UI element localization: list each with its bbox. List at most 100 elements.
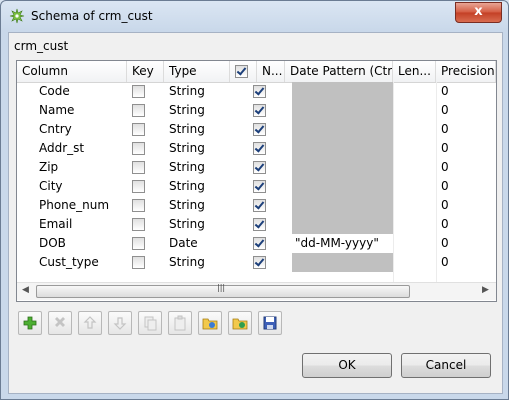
export-schema-button[interactable] — [228, 311, 252, 335]
type-cell[interactable]: String — [169, 215, 229, 234]
schema-name-label: crm_cust — [14, 39, 69, 53]
key-checkbox[interactable] — [132, 237, 145, 250]
column-name-cell[interactable]: Phone_num — [39, 196, 127, 215]
length-cell[interactable] — [397, 120, 435, 139]
type-cell[interactable]: String — [169, 196, 229, 215]
header-nullable[interactable]: N... — [257, 61, 285, 82]
type-cell[interactable]: Date — [169, 234, 229, 253]
table-row[interactable]: Cntry String 0 — [17, 120, 496, 139]
length-cell[interactable] — [397, 215, 435, 234]
scrollbar-thumb[interactable]: ||| — [36, 283, 410, 298]
key-checkbox[interactable] — [132, 218, 145, 231]
precision-cell[interactable]: 0 — [441, 215, 495, 234]
header-date-pattern[interactable]: Date Pattern (Ctr... — [285, 61, 393, 82]
header-nullable-checkbox[interactable] — [230, 61, 257, 82]
key-checkbox[interactable] — [132, 142, 145, 155]
length-cell[interactable] — [397, 139, 435, 158]
save-button[interactable] — [258, 311, 282, 335]
precision-cell[interactable]: 0 — [441, 139, 495, 158]
type-cell[interactable]: String — [169, 82, 229, 101]
precision-cell[interactable]: 0 — [441, 196, 495, 215]
nullable-checkbox[interactable] — [253, 199, 266, 212]
type-cell[interactable]: String — [169, 139, 229, 158]
length-cell[interactable] — [397, 82, 435, 101]
header-type[interactable]: Type — [164, 61, 230, 82]
copy-button[interactable] — [138, 311, 162, 335]
header-length[interactable]: Len... — [393, 61, 436, 82]
nullable-checkbox[interactable] — [253, 104, 266, 117]
header-key[interactable]: Key — [127, 61, 164, 82]
horizontal-scrollbar[interactable]: ◀ ||| ▶ — [17, 282, 496, 300]
nullable-checkbox[interactable] — [253, 237, 266, 250]
scroll-right-icon[interactable]: ▶ — [482, 285, 489, 295]
table-row[interactable]: DOB Date "dd-MM-yyyy" 0 — [17, 234, 496, 253]
nullable-checkbox[interactable] — [253, 256, 266, 269]
length-cell[interactable] — [397, 177, 435, 196]
key-checkbox[interactable] — [132, 180, 145, 193]
precision-cell[interactable]: 0 — [441, 158, 495, 177]
nullable-checkbox[interactable] — [253, 142, 266, 155]
delete-button[interactable] — [48, 311, 72, 335]
key-checkbox[interactable] — [132, 256, 145, 269]
header-precision[interactable]: Precision — [436, 61, 496, 82]
length-cell[interactable] — [397, 101, 435, 120]
key-checkbox[interactable] — [132, 104, 145, 117]
table-row[interactable]: Zip String 0 — [17, 158, 496, 177]
move-down-button[interactable] — [108, 311, 132, 335]
table-row[interactable]: Name String 0 — [17, 101, 496, 120]
length-cell[interactable] — [397, 196, 435, 215]
column-name-cell[interactable]: Email — [39, 215, 127, 234]
length-cell[interactable] — [397, 158, 435, 177]
cancel-button[interactable]: Cancel — [401, 353, 491, 378]
precision-cell[interactable]: 0 — [441, 177, 495, 196]
type-cell[interactable]: String — [169, 101, 229, 120]
column-name-cell[interactable]: Addr_st — [39, 139, 127, 158]
table-row[interactable]: Cust_type String 0 — [17, 253, 496, 272]
type-cell[interactable]: String — [169, 253, 229, 272]
key-checkbox[interactable] — [132, 85, 145, 98]
table-row[interactable]: Email String 0 — [17, 215, 496, 234]
key-checkbox[interactable] — [132, 161, 145, 174]
table-row[interactable]: City String 0 — [17, 177, 496, 196]
date-pattern-cell-disabled — [292, 158, 393, 177]
nullable-checkbox[interactable] — [253, 161, 266, 174]
column-name-cell[interactable]: DOB — [39, 234, 127, 253]
table-row[interactable]: Code String 0 — [17, 82, 496, 101]
nullable-checkbox[interactable] — [253, 123, 266, 136]
length-cell[interactable] — [397, 234, 435, 253]
type-cell[interactable]: String — [169, 158, 229, 177]
nullable-checkbox[interactable] — [253, 180, 266, 193]
move-up-button[interactable] — [78, 311, 102, 335]
precision-cell[interactable]: 0 — [441, 82, 495, 101]
import-schema-button[interactable] — [198, 311, 222, 335]
column-name-cell[interactable]: Zip — [39, 158, 127, 177]
table-row[interactable]: Phone_num String 0 — [17, 196, 496, 215]
paste-button[interactable] — [168, 311, 192, 335]
nullable-checkbox[interactable] — [253, 85, 266, 98]
column-name-cell[interactable]: Name — [39, 101, 127, 120]
select-all-nullable-checkbox[interactable] — [235, 65, 248, 78]
key-checkbox[interactable] — [132, 199, 145, 212]
date-pattern-cell[interactable]: "dd-MM-yyyy" — [295, 234, 391, 253]
column-name-cell[interactable]: City — [39, 177, 127, 196]
add-icon — [23, 316, 37, 330]
precision-cell[interactable]: 0 — [441, 120, 495, 139]
precision-cell[interactable]: 0 — [441, 234, 495, 253]
scroll-left-icon[interactable]: ◀ — [22, 285, 29, 295]
precision-cell[interactable]: 0 — [441, 101, 495, 120]
column-name-cell[interactable]: Cntry — [39, 120, 127, 139]
close-button[interactable]: x — [455, 2, 502, 23]
header-column[interactable]: Column — [17, 61, 127, 82]
ok-button[interactable]: OK — [302, 353, 392, 378]
type-cell[interactable]: String — [169, 120, 229, 139]
length-cell[interactable] — [397, 253, 435, 272]
key-checkbox[interactable] — [132, 123, 145, 136]
title-bar[interactable]: Schema of crm_cust x — [1, 1, 508, 31]
precision-cell[interactable]: 0 — [441, 253, 495, 272]
table-row[interactable]: Addr_st String 0 — [17, 139, 496, 158]
column-name-cell[interactable]: Code — [39, 82, 127, 101]
nullable-checkbox[interactable] — [253, 218, 266, 231]
column-name-cell[interactable]: Cust_type — [39, 253, 127, 272]
type-cell[interactable]: String — [169, 177, 229, 196]
add-button[interactable] — [18, 311, 42, 335]
